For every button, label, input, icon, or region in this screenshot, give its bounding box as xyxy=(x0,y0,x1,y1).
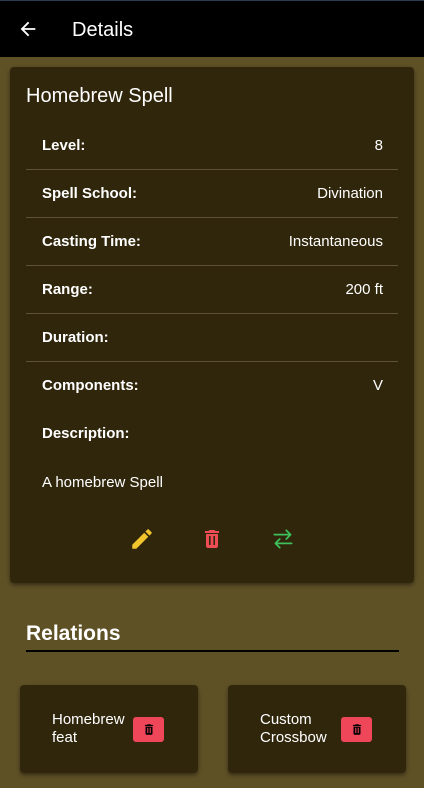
relation-delete-button[interactable] xyxy=(341,717,372,742)
spell-details-card: Homebrew Spell Level: 8 Spell School: Di… xyxy=(10,67,414,583)
action-bar xyxy=(10,523,414,555)
relation-name: Homebrew feat xyxy=(52,711,125,746)
field-label: Casting Time: xyxy=(42,233,141,250)
field-row-components: Components: V xyxy=(26,362,398,410)
field-value: Divination xyxy=(317,185,383,202)
trash-icon xyxy=(352,724,361,735)
trash-icon xyxy=(205,530,219,548)
field-label: Description: xyxy=(42,425,130,442)
field-row-description: Description: xyxy=(26,410,398,458)
field-row-level: Level: 8 xyxy=(26,122,398,170)
field-label: Duration: xyxy=(42,329,109,346)
relations-divider xyxy=(26,650,399,652)
delete-button[interactable] xyxy=(196,523,228,555)
field-row-spell-school: Spell School: Divination xyxy=(26,170,398,218)
swap-button[interactable] xyxy=(267,523,299,555)
pencil-icon xyxy=(132,529,152,549)
swap-arrows-icon xyxy=(273,529,293,549)
field-row-duration: Duration: xyxy=(26,314,398,362)
field-label: Range: xyxy=(42,281,93,298)
relation-card[interactable]: Homebrew feat xyxy=(20,685,198,773)
field-value: Instantaneous xyxy=(288,233,383,250)
field-label: Spell School: xyxy=(42,185,138,202)
relations-heading: Relations xyxy=(26,622,121,645)
relation-delete-button[interactable] xyxy=(133,717,164,742)
description-text: A homebrew Spell xyxy=(42,474,163,491)
page-title: Details xyxy=(72,19,134,41)
relation-card[interactable]: Custom Crossbow xyxy=(228,685,406,773)
field-row-casting-time: Casting Time: Instantaneous xyxy=(26,218,398,266)
trash-icon xyxy=(144,724,153,735)
field-value: V xyxy=(372,377,383,394)
back-arrow-icon[interactable] xyxy=(17,18,39,40)
field-value: 8 xyxy=(374,137,383,154)
app-bar: Details xyxy=(0,0,424,57)
field-label: Components: xyxy=(42,377,139,394)
field-label: Level: xyxy=(42,137,86,154)
relation-name: Custom Crossbow xyxy=(260,711,327,746)
field-row-range: Range: 200 ft xyxy=(26,266,398,314)
edit-button[interactable] xyxy=(126,523,158,555)
spell-name: Homebrew Spell xyxy=(26,85,173,107)
field-value: 200 ft xyxy=(345,281,383,298)
